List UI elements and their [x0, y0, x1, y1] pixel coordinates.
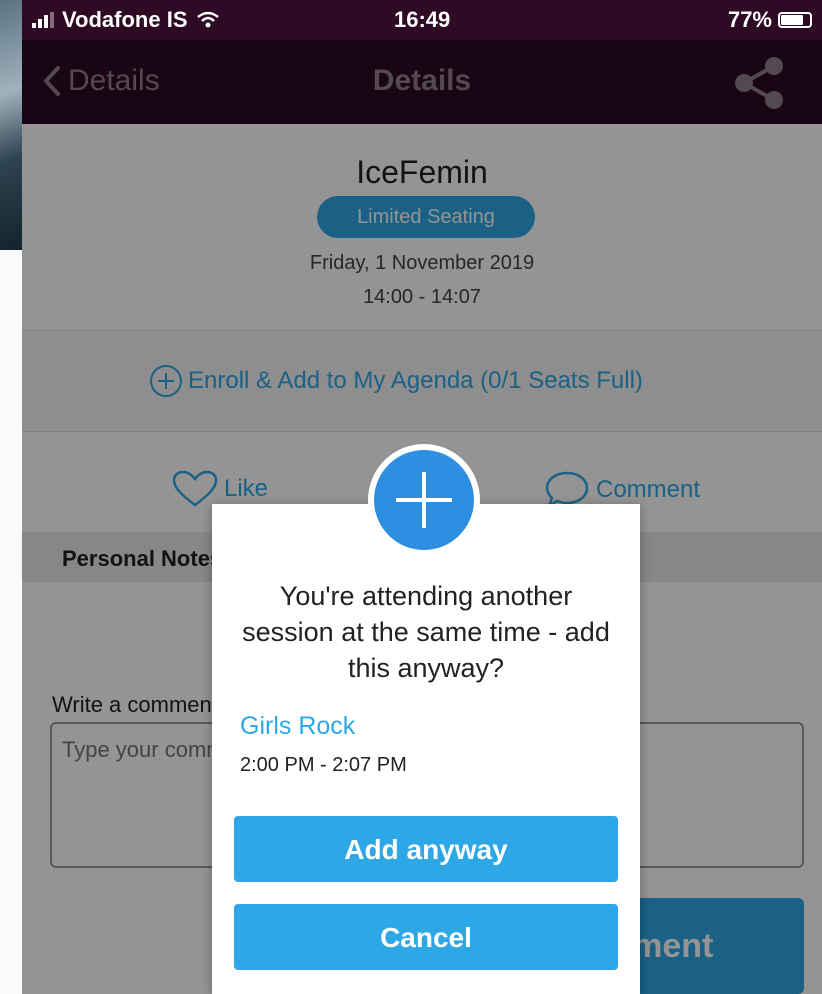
battery-group: 77%: [728, 7, 812, 33]
battery-icon: [778, 12, 812, 28]
phone-screen: Vodafone IS 16:49 77% Details Details Ic…: [22, 0, 822, 994]
cancel-button[interactable]: Cancel: [234, 904, 618, 970]
carrier-group: Vodafone IS: [32, 7, 220, 33]
carrier-name: Vodafone IS: [62, 7, 188, 32]
conflict-dialog: You're attending another session at the …: [212, 504, 640, 994]
dialog-message: You're attending another session at the …: [242, 581, 610, 683]
dialog-plus-icon: [368, 444, 480, 556]
wifi-icon: [196, 11, 219, 28]
clock: 16:49: [394, 7, 451, 32]
add-anyway-button[interactable]: Add anyway: [234, 816, 618, 882]
battery-percent: 77%: [727, 7, 772, 32]
signal-icon: [32, 12, 54, 28]
conflicting-session-time: 2:00 PM - 2:07 PM: [240, 754, 407, 776]
conflicting-session-link[interactable]: Girls Rock: [240, 712, 355, 741]
status-bar: Vodafone IS 16:49 77%: [22, 0, 822, 40]
